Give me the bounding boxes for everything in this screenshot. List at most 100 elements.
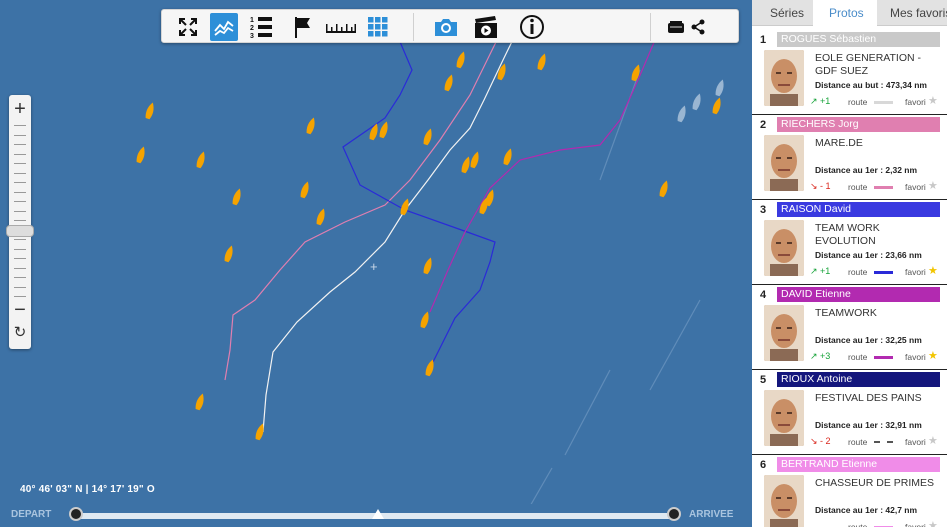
route-label: route [848,437,868,447]
boat-name: TEAM WORK EVOLUTION [815,222,880,247]
distance-text: Distance au 1er : 2,32 nm [815,165,918,175]
skipper-photo [764,390,804,446]
boat-marker[interactable] [255,423,265,441]
crosshair: + [370,259,378,274]
boat-marker[interactable] [692,93,702,111]
boat-marker[interactable] [196,151,206,169]
boat-marker[interactable] [712,97,722,115]
boat-marker[interactable] [503,148,513,166]
boat-marker[interactable] [497,63,507,81]
ranking-list-icon[interactable]: 123 [248,13,276,41]
skipper-photo [764,135,804,191]
boat-marker[interactable] [659,180,669,198]
ranking-entry[interactable]: 2 RIECHERS Jorg MARE.DE Distance au 1er … [752,115,947,200]
zoom-control: + − ↻ [6,95,34,349]
tab-protos[interactable]: Protos [829,6,864,20]
boat-marker[interactable] [677,105,687,123]
skipper-name: ROGUES Sébastien [777,32,940,47]
route-label: route [848,267,868,277]
boat-marker[interactable] [420,311,430,329]
zoom-tick [14,191,26,193]
star-icon[interactable]: ★ [928,349,938,362]
route-label: route [848,352,868,362]
boat-marker[interactable] [425,359,435,377]
boat-marker[interactable] [300,181,310,199]
refresh-icon[interactable]: ↻ [9,323,31,345]
race-map[interactable]: + 40° 46' 03" N | 14° 17' 19" O + − ↻ 12… [0,0,752,527]
boat-marker[interactable] [444,74,454,92]
star-icon[interactable]: ★ [928,264,938,277]
boat-name: CHASSEUR DE PRIMES [815,477,935,489]
svg-text:3: 3 [250,33,254,39]
boat-marker[interactable] [145,102,155,120]
star-icon[interactable]: ★ [928,94,938,107]
favorite-label: favori [905,522,926,527]
ranking-entry[interactable]: 6 BERTRAND Etienne CHASSEUR DE PRIMES Di… [752,455,947,527]
zoom-tick [14,144,26,145]
ranking-entry[interactable]: 3 RAISON David TEAM WORK EVOLUTION Dista… [752,200,947,285]
boat-marker[interactable] [224,245,234,263]
star-icon[interactable]: ★ [928,179,938,192]
share-icon[interactable] [684,13,712,41]
boat-name: FESTIVAL DES PAINS [815,392,922,404]
fullscreen-icon[interactable] [174,13,202,41]
boat-marker[interactable] [715,79,725,97]
boat-marker[interactable] [316,208,326,226]
track-riechers [224,9,516,381]
star-icon[interactable]: ★ [928,519,938,527]
zoom-tick [14,267,26,269]
position-trend: ↘ - 2 [810,436,831,446]
camera-icon[interactable] [432,13,460,41]
rank-number: 2 [760,119,767,131]
info-icon[interactable] [518,13,546,41]
timeline-current-position[interactable] [372,509,384,519]
zoom-tick [14,220,26,221]
star-icon[interactable]: ★ [928,434,938,447]
boat-marker[interactable] [379,121,389,139]
zoom-in-button[interactable]: + [9,99,31,121]
boat-marker[interactable] [423,257,433,275]
video-icon[interactable] [472,13,500,41]
tab-series[interactable]: Séries [770,6,804,20]
skipper-photo [764,50,804,106]
zoom-tick [14,134,26,136]
timeline-end-handle[interactable] [667,507,681,521]
ranking-entry[interactable]: 4 DAVID Etienne TEAMWORK Distance au 1er… [752,285,947,370]
zoom-out-button[interactable]: − [9,300,31,322]
boat-marker[interactable] [537,53,547,71]
boat-marker[interactable] [456,51,466,69]
favorite-label: favori [905,267,926,277]
sea-streaks [517,69,701,527]
position-trend: ↘ - 1 [810,181,831,191]
boat-marker[interactable] [400,198,410,216]
boat-marker[interactable] [369,123,379,141]
track-raison [342,9,496,363]
boat-marker[interactable] [306,117,316,135]
distance-text: Distance au 1er : 32,91 nm [815,420,922,430]
boat-marker[interactable] [232,188,242,206]
zoom-slider-handle[interactable] [6,225,34,237]
boat-marker[interactable] [470,151,480,169]
boat-marker[interactable] [195,393,205,411]
boat-marker[interactable] [631,64,641,82]
chart-icon[interactable] [210,13,238,41]
boat-marker[interactable] [423,128,433,146]
tab-favorites[interactable]: Mes favoris [890,6,947,20]
map-toolbar: 123 [161,9,739,43]
grid-icon[interactable] [364,13,392,41]
flag-icon[interactable] [288,13,316,41]
zoom-tick [14,239,26,240]
ranking-entry[interactable]: 5 RIOUX Antoine FESTIVAL DES PAINS Dista… [752,370,947,455]
route-color-swatch [874,101,893,104]
boat-marker[interactable] [479,197,489,215]
route-color-swatch [874,271,893,274]
position-trend: ↗ +1 [810,266,831,276]
ruler-icon[interactable] [324,13,358,41]
zoom-tick [14,125,26,126]
zoom-tick [14,163,26,164]
zoom-tick [14,286,26,288]
ranking-entry[interactable]: 1 ROGUES Sébastien EOLE GENERATION - GDF… [752,30,947,115]
skipper-name: DAVID Etienne [777,287,940,302]
boat-marker[interactable] [136,146,146,164]
timeline-start-handle[interactable] [69,507,83,521]
